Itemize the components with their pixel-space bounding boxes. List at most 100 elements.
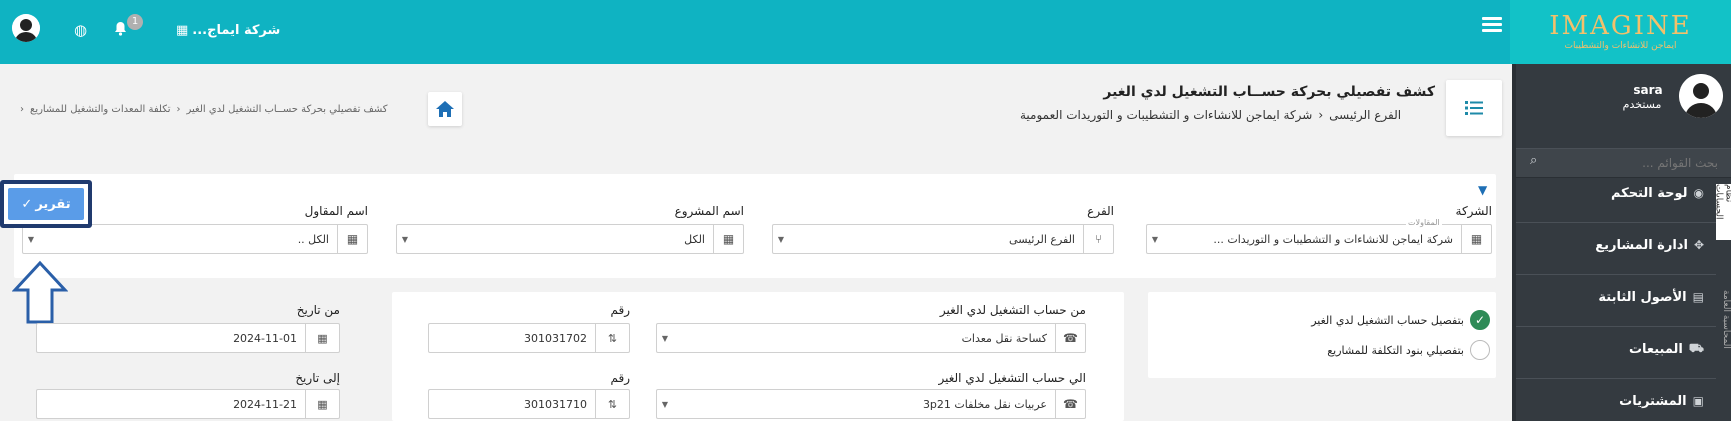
from-account-select[interactable]: ▼ كساحة نقل معدات ☎ [656,323,1086,353]
document-icon: ▤ [1692,290,1704,304]
filter-icon[interactable]: ▼ [1478,183,1487,197]
sidebar-search-input[interactable] [1548,152,1718,174]
globe-icon[interactable]: ◍ [74,21,87,39]
logo[interactable]: IMAGINE ايماجن للانشاءات والتشطيبات [1510,0,1731,64]
home-button[interactable] [428,92,462,126]
to-number-field[interactable]: 301031710 ⇅ [428,389,630,419]
from-date-label: من تاريخ [296,303,340,317]
contractor-value: الكل .. [297,232,329,246]
menu-toggle-icon[interactable] [1482,17,1502,33]
breadcrumb-branch[interactable]: الفرع الرئيسى [1329,108,1401,122]
project-label: اسم المشروع [674,204,744,218]
from-number-label: رقم [610,303,630,317]
phone-icon: ☎ [1055,324,1085,352]
to-number-value: 301031710 [524,397,587,411]
from-number-field[interactable]: 301031702 ⇅ [428,323,630,353]
company-select[interactable]: ▼ شركة ايماجن للانشاءات و التشطيبات و ال… [1146,224,1492,254]
check-icon: ✓ [21,196,33,212]
radio-checked-icon[interactable]: ✓ [1470,310,1490,330]
branch-label: الفرع [1087,204,1114,218]
calendar-icon[interactable]: ▦ [305,324,339,352]
from-account-label: من حساب التشغيل لدي الغير [939,303,1086,317]
home-icon [436,101,454,117]
building-icon: ▦ [713,225,743,253]
option-cost-detail[interactable]: بتفصيلي بنود التكلفة للمشاريع [1160,340,1490,360]
sidebar-tab-general[interactable]: المحاسبة العامة [1716,290,1731,370]
user-name: sara [1633,83,1663,97]
sidebar-item-label: المبيعات [1628,341,1683,357]
contractor-label: اسم المقاول [304,204,368,218]
from-account-value: كساحة نقل معدات [961,331,1047,345]
menu-list-button[interactable] [1446,80,1502,136]
report-button-highlight: تقرير ✓ [0,180,92,228]
company-value: شركة ايماجن للانشاءات و التشطيبات و التو… [1213,232,1453,246]
company-name: شركة ايماج... [192,23,281,38]
notification-badge: 1 [127,14,143,30]
sidebar-tab-accounts[interactable]: نظام الحسابات [1716,184,1731,240]
sidebar-user-avatar [1679,74,1723,118]
from-date-value: 2024-11-01 [233,331,297,345]
to-account-value: عربيات نقل مخلفات 3p21 [922,397,1047,411]
to-number-label: رقم [610,371,630,385]
search-icon[interactable]: ⌕ [1530,153,1537,168]
chevron-left-icon: ‹ [1318,108,1324,122]
chevron-down-icon: ▼ [661,399,669,409]
logo-subtitle: ايماجن للانشاءات والتشطيبات [1564,41,1677,51]
to-date-value: 2024-11-21 [233,397,297,411]
phone-icon: ☎ [1055,390,1085,418]
branch-value: الفرع الرئيسى [1009,232,1075,246]
up-arrow-annotation [12,260,68,324]
user-avatar[interactable] [12,14,40,42]
to-account-label: الي حساب التشغيل لدي الغير [938,371,1086,385]
divider [1516,326,1716,327]
options-panel [1148,292,1496,378]
breadcrumb-company[interactable]: شركة ايماجن للانشاءات و التشطيبات و التو… [1020,108,1312,122]
option-account-detail[interactable]: بتفصيل حساب التشغيل لدي الغير ✓ [1160,310,1490,330]
building-icon: ▦ [1461,225,1491,253]
bell-icon[interactable] [114,21,127,40]
from-number-value: 301031702 [524,331,587,345]
project-select[interactable]: ▼ الكل ▦ [396,224,744,254]
branch-select[interactable]: ▼ الفرع الرئيسى ⑂ [772,224,1114,254]
sort-icon[interactable]: ⇅ [595,390,629,418]
chevron-down-icon: ▼ [1151,234,1159,244]
from-date-field[interactable]: 2024-11-01 ▦ [36,323,340,353]
breadcrumb-current: كشف تفصيلي بحركة حســاب التشغيل لدي الغي… [186,104,388,115]
sidebar-item-fixed-assets[interactable]: الأصول الثابتة ▤ [1516,282,1716,312]
chevron-down-icon: ▼ [401,234,409,244]
building-icon: ▦ [176,23,189,38]
building-icon: ▦ [337,225,367,253]
report-button-label: تقرير [35,196,71,212]
divider [1516,222,1716,223]
money-icon: ▣ [1692,394,1704,408]
handshake-icon: ✥ [1693,238,1704,252]
page-title: كشف تفصيلي بحركة حســاب التشغيل لدي الغي… [1103,84,1435,100]
sort-icon[interactable]: ⇅ [595,324,629,352]
company-float-label: المقاولات [1406,218,1442,227]
contractor-select[interactable]: ▼ الكل .. ▦ [22,224,368,254]
chevron-left-icon: ‹ [176,104,181,115]
company-label: الشركة [1455,204,1492,218]
report-button[interactable]: تقرير ✓ [8,188,84,220]
sidebar-item-projects[interactable]: ادارة المشاريع ✥ [1516,230,1716,260]
dashboard-icon: ◉ [1693,186,1704,200]
to-date-label: إلى تاريخ [295,371,340,385]
sidebar-item-dashboard[interactable]: لوحة التحكم ◉ [1516,178,1716,208]
calendar-icon[interactable]: ▦ [305,390,339,418]
divider [1516,274,1716,275]
to-date-field[interactable]: 2024-11-21 ▦ [36,389,340,419]
company-switcher[interactable]: شركة ايماج... ▦ [176,23,280,38]
to-account-select[interactable]: ▼ عربيات نقل مخلفات 3p21 ☎ [656,389,1086,419]
sidebar-item-purchases[interactable]: المشتريات ▣ [1516,386,1716,416]
radio-unchecked-icon[interactable] [1470,340,1490,360]
user-role: مستخدم [1622,98,1662,111]
option-label: بتفصيل حساب التشغيل لدي الغير [1311,313,1464,327]
project-value: الكل [684,232,705,246]
chevron-down-icon: ▼ [27,234,35,244]
divider [1516,378,1716,379]
breadcrumb-parent[interactable]: تكلفة المعدات والتشغيل للمشاريع [30,104,171,115]
sidebar-item-sales[interactable]: المبيعات ⛟ [1516,334,1716,364]
right-breadcrumb: كشف تفصيلي بحركة حســاب التشغيل لدي الغي… [20,104,418,115]
truck-icon: ⛟ [1688,341,1704,355]
sidebar-item-label: الأصول الثابتة [1598,289,1687,305]
